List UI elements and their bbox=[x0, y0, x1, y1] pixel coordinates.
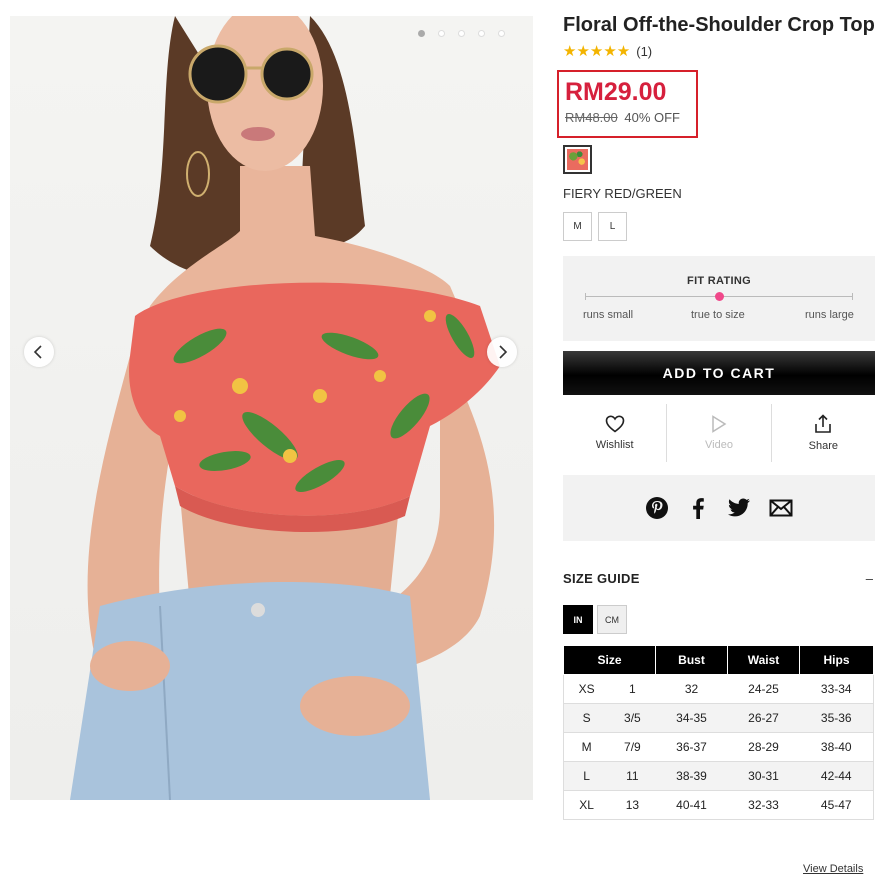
table-row: S 3/5 34-35 26-27 35-36 bbox=[563, 703, 874, 733]
table-cell: XS bbox=[563, 674, 610, 704]
size-guide-table: Size Bust Waist Hips XS 1 32 24-25 33-34… bbox=[563, 645, 874, 820]
gallery-dots[interactable] bbox=[418, 30, 505, 37]
fit-label-small: runs small bbox=[583, 309, 634, 321]
size-option-m[interactable]: M bbox=[563, 212, 592, 241]
rating-row[interactable]: ★★★★★ (1) bbox=[563, 43, 875, 60]
fit-rating-panel: FIT RATING runs small true to size runs … bbox=[563, 256, 875, 341]
header-waist: Waist bbox=[727, 645, 800, 675]
floral-swatch-image bbox=[567, 149, 588, 170]
pinterest-icon[interactable] bbox=[645, 496, 669, 520]
table-cell: 33-34 bbox=[799, 674, 874, 704]
video-label: Video bbox=[705, 439, 733, 451]
facebook-icon[interactable] bbox=[687, 496, 709, 520]
share-label: Share bbox=[808, 440, 838, 452]
original-price-row: RM48.00 40% OFF bbox=[565, 110, 696, 125]
fit-scale-tick bbox=[585, 293, 586, 300]
table-cell: 7/9 bbox=[609, 732, 656, 762]
video-button[interactable]: Video bbox=[666, 404, 770, 462]
chevron-right-icon bbox=[499, 345, 508, 359]
table-cell: 28-29 bbox=[727, 732, 800, 762]
social-share-bar bbox=[563, 475, 875, 541]
play-icon bbox=[712, 415, 727, 433]
table-row: M 7/9 36-37 28-29 38-40 bbox=[563, 732, 874, 762]
sale-price: RM29.00 bbox=[565, 78, 667, 106]
table-header-row: Size Bust Waist Hips bbox=[563, 645, 874, 675]
fit-label-true: true to size bbox=[691, 309, 745, 321]
view-details-link[interactable]: View Details bbox=[803, 863, 863, 875]
table-cell: 1 bbox=[609, 674, 656, 704]
size-guide-collapse-toggle[interactable]: – bbox=[866, 571, 875, 586]
table-cell: 42-44 bbox=[799, 761, 874, 791]
color-swatch[interactable] bbox=[563, 145, 592, 174]
fit-rating-title: FIT RATING bbox=[687, 275, 751, 287]
heart-icon bbox=[605, 415, 624, 433]
table-row: XS 1 32 24-25 33-34 bbox=[563, 674, 874, 704]
chevron-left-icon bbox=[33, 345, 42, 359]
table-cell: 32 bbox=[655, 674, 728, 704]
product-actions: Wishlist Video Share bbox=[563, 404, 875, 462]
fit-label-large: runs large bbox=[805, 309, 854, 321]
table-row: L 11 38-39 30-31 42-44 bbox=[563, 761, 874, 791]
fit-rating-marker bbox=[714, 292, 724, 301]
discount-label: 40% OFF bbox=[624, 110, 680, 125]
table-cell: 3/5 bbox=[609, 703, 656, 733]
gallery-dot[interactable] bbox=[498, 30, 505, 37]
review-count-link[interactable]: (1) bbox=[636, 44, 652, 59]
price-box: RM29.00 RM48.00 40% OFF bbox=[557, 70, 698, 138]
header-bust: Bust bbox=[655, 645, 728, 675]
share-button[interactable]: Share bbox=[770, 404, 875, 462]
table-cell: 13 bbox=[609, 790, 656, 820]
table-cell: M bbox=[563, 732, 610, 762]
table-row: XL 13 40-41 32-33 45-47 bbox=[563, 790, 874, 820]
color-name: FIERY RED/GREEN bbox=[563, 186, 682, 201]
unit-cm-button[interactable]: CM bbox=[597, 605, 627, 634]
table-cell: 36-37 bbox=[655, 732, 728, 762]
wishlist-button[interactable]: Wishlist bbox=[563, 404, 666, 462]
product-title: Floral Off-the-Shoulder Crop Top bbox=[563, 14, 875, 36]
fit-scale-tick bbox=[852, 293, 853, 300]
rating-stars: ★★★★★ bbox=[563, 43, 631, 60]
gallery-dot[interactable] bbox=[458, 30, 465, 37]
table-cell: 45-47 bbox=[799, 790, 874, 820]
table-cell: 38-39 bbox=[655, 761, 728, 791]
gallery-dot[interactable] bbox=[478, 30, 485, 37]
table-cell: L bbox=[563, 761, 610, 791]
table-cell: S bbox=[563, 703, 610, 733]
product-image-gallery[interactable] bbox=[10, 16, 533, 800]
size-guide-title: SIZE GUIDE bbox=[563, 571, 640, 586]
twitter-icon[interactable] bbox=[727, 497, 751, 519]
email-icon[interactable] bbox=[769, 499, 793, 517]
gallery-next-button[interactable] bbox=[487, 337, 517, 367]
gallery-dot[interactable] bbox=[418, 30, 425, 37]
product-photo bbox=[70, 16, 500, 800]
share-icon bbox=[815, 414, 832, 433]
table-cell: 34-35 bbox=[655, 703, 728, 733]
wishlist-label: Wishlist bbox=[595, 439, 634, 451]
unit-toggle: IN CM bbox=[563, 605, 875, 634]
product-details: Floral Off-the-Shoulder Crop Top ★★★★★ (… bbox=[557, 14, 875, 820]
table-cell: XL bbox=[563, 790, 610, 820]
original-price: RM48.00 bbox=[565, 110, 618, 125]
table-cell: 40-41 bbox=[655, 790, 728, 820]
table-cell: 35-36 bbox=[799, 703, 874, 733]
size-selector: M L bbox=[563, 212, 875, 241]
gallery-prev-button[interactable] bbox=[24, 337, 54, 367]
unit-in-button[interactable]: IN bbox=[563, 605, 593, 634]
header-size: Size bbox=[563, 645, 656, 675]
table-cell: 24-25 bbox=[727, 674, 800, 704]
table-cell: 26-27 bbox=[727, 703, 800, 733]
size-guide-header[interactable]: SIZE GUIDE – bbox=[563, 571, 875, 586]
table-cell: 30-31 bbox=[727, 761, 800, 791]
size-option-l[interactable]: L bbox=[598, 212, 627, 241]
table-cell: 11 bbox=[609, 761, 656, 791]
gallery-dot[interactable] bbox=[438, 30, 445, 37]
table-cell: 38-40 bbox=[799, 732, 874, 762]
table-cell: 32-33 bbox=[727, 790, 800, 820]
header-hips: Hips bbox=[799, 645, 874, 675]
add-to-cart-button[interactable]: ADD TO CART bbox=[563, 351, 875, 395]
